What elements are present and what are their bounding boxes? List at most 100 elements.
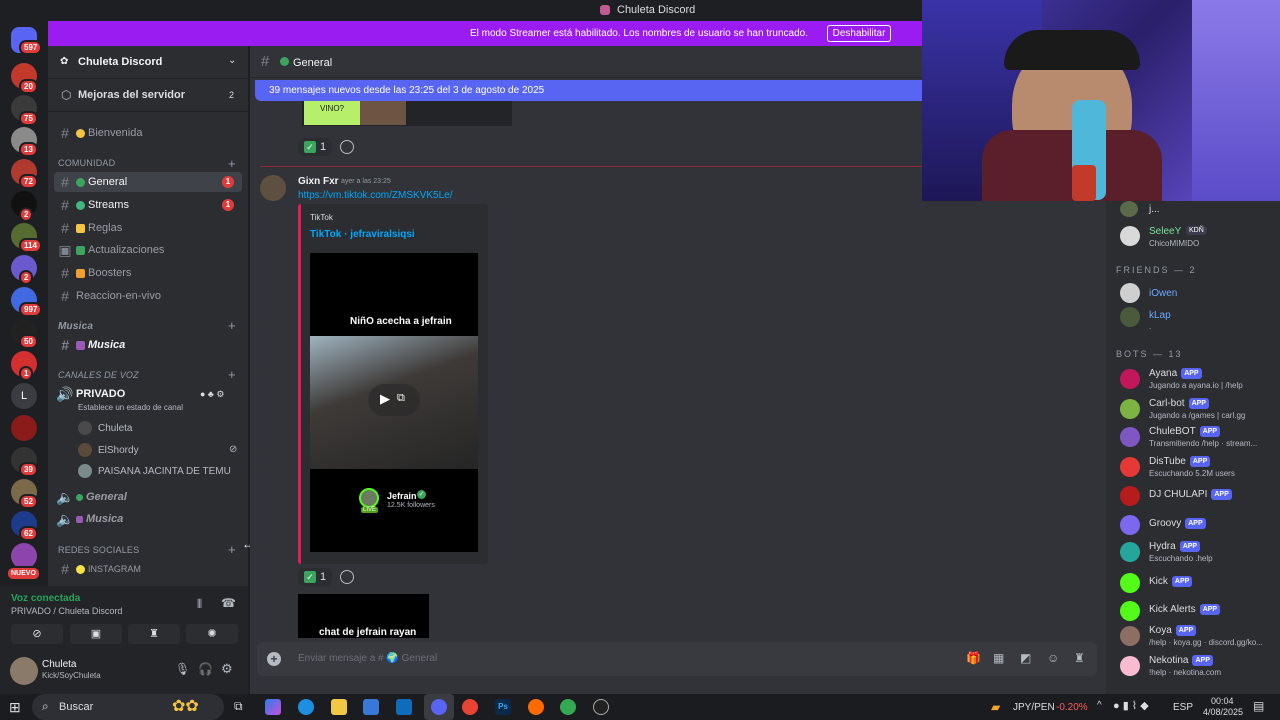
server-name[interactable]: Chuleta Discord <box>78 56 162 68</box>
noise-suppression-icon[interactable]: ⫴ <box>197 597 202 612</box>
emoji-icon[interactable]: ☺ <box>1047 651 1059 665</box>
search-app-icon[interactable] <box>528 699 544 715</box>
category-canales-de-voz[interactable]: CANALES DE VOZ <box>58 370 139 380</box>
video-thumbnail[interactable]: NiñO acecha a jefrain ▶ ⧉ LIVE Jefrain ✓… <box>310 253 478 552</box>
clock-time[interactable]: 00:04 <box>1211 696 1234 706</box>
soundboard-button[interactable]: ✺ <box>186 624 238 644</box>
gif-icon[interactable]: ▦ <box>993 651 1004 665</box>
camera-off-button[interactable]: ⊘ <box>11 624 63 644</box>
avatar[interactable] <box>10 657 38 685</box>
embed-provider: TikTok <box>310 213 333 222</box>
bot-row[interactable]: ChuleBOT APP Transmitiendo /help · stream.… <box>1106 425 1280 453</box>
add-channel-icon[interactable]: + <box>228 318 236 333</box>
voice-channel-musica[interactable]: 🔈 Musica <box>54 509 242 529</box>
add-reaction-icon[interactable] <box>340 570 354 584</box>
server-boost-label[interactable]: Mejoras del servidor <box>78 89 185 101</box>
server-icon[interactable] <box>11 415 37 441</box>
boost-icon: ⬡ <box>61 88 72 102</box>
edge-icon[interactable] <box>298 699 314 715</box>
channel-reaccion-en-vivo[interactable]: # Reaccion-en-vivo <box>54 286 242 306</box>
member-row[interactable]: SeleeY KDÑ ChicoMIMIDO <box>1106 223 1280 251</box>
tray-icons[interactable]: ● ▮ ⌇ ◆ <box>1113 699 1149 712</box>
reaction-check[interactable]: ✓ 1 <box>298 138 333 156</box>
obs-icon[interactable] <box>593 699 609 715</box>
gear-icon[interactable]: ⚙ <box>221 661 233 677</box>
store-icon[interactable] <box>363 699 379 715</box>
new-messages-bar[interactable]: 39 mensajes nuevos desde las 23:25 del 3… <box>255 80 923 101</box>
channel-actualizaciones[interactable]: ▣ Actualizaciones <box>54 240 242 260</box>
server-badge: 114 <box>19 238 42 253</box>
message-link[interactable]: https://vm.tiktok.com/ZMSKVK5Le/ <box>298 190 453 201</box>
message-author[interactable]: Gixn Fxr <box>298 176 339 187</box>
chevron-down-icon[interactable]: ⌄ <box>228 55 236 66</box>
category-musica[interactable]: Musica <box>58 321 93 332</box>
embed-title[interactable]: TikTok · jefraviralsiqsi <box>310 229 415 240</box>
add-channel-icon[interactable]: + <box>228 156 236 171</box>
notifications-icon[interactable]: ▤ <box>1253 699 1264 713</box>
copilot-icon[interactable] <box>265 699 281 715</box>
voice-status[interactable]: Voz conectada <box>11 593 80 604</box>
user-name[interactable]: Chuleta <box>42 659 76 670</box>
file-explorer-icon[interactable] <box>331 699 347 715</box>
member-row[interactable]: kLap . <box>1106 305 1280 333</box>
disable-streamer-mode-button[interactable]: Deshabilitar <box>827 25 891 42</box>
category-comunidad[interactable]: COMUNIDAD <box>58 158 115 168</box>
previous-image[interactable]: VINO? <box>302 101 512 126</box>
channel-boosters[interactable]: # Boosters <box>54 263 242 283</box>
bot-row[interactable]: Kick APP <box>1106 571 1280 599</box>
bot-row[interactable]: DisTube APP Escuchando 5.2M users <box>1106 455 1280 483</box>
channel-general[interactable]: # General 1 <box>54 172 242 192</box>
activities-button[interactable]: ♜ <box>128 624 180 644</box>
microphone-icon[interactable]: 🎙 <box>175 662 190 676</box>
channel-bienvenida[interactable]: # Bienvenida <box>54 123 242 143</box>
language-indicator[interactable]: ESP <box>1173 702 1193 713</box>
server-icon-l[interactable]: L <box>11 383 37 409</box>
channel-instagram[interactable]: # INSTAGRAM <box>54 559 242 579</box>
next-image[interactable]: chat de jefrain rayan <box>298 594 429 638</box>
add-attachment-icon[interactable]: + <box>267 652 281 666</box>
chrome-icon[interactable] <box>462 699 478 715</box>
add-reaction-icon[interactable] <box>340 140 354 154</box>
reaction-check[interactable]: ✓ 1 <box>298 568 333 586</box>
photoshop-icon[interactable]: Ps <box>495 699 511 715</box>
taskbar-search[interactable]: ⌕ Buscar ✿✿ <box>32 694 224 720</box>
discord-icon[interactable] <box>431 699 447 715</box>
message-input[interactable]: Enviar mensaje a # 🌍 General <box>298 653 437 664</box>
chevron-up-icon[interactable]: ^ <box>1097 700 1102 711</box>
bot-row[interactable]: DJ CHULAPI APP <box>1106 484 1280 512</box>
voice-channel-general[interactable]: 🔈 General <box>54 487 242 507</box>
play-button[interactable]: ▶ ⧉ <box>368 384 420 416</box>
outlook-icon[interactable] <box>396 699 412 715</box>
bot-row[interactable]: Ayana APP Jugando a ayana.io | /help <box>1106 367 1280 395</box>
avatar[interactable] <box>260 175 286 201</box>
gift-icon[interactable]: 🎁 <box>966 651 981 665</box>
bot-row[interactable]: Nekotina APP !help · nekotina.com <box>1106 654 1280 682</box>
voice-user[interactable]: Chuleta <box>78 421 132 435</box>
sticker-icon[interactable]: ◩ <box>1020 651 1031 665</box>
category-redes-sociales[interactable]: REDES SOCIALES <box>58 545 139 555</box>
voice-user[interactable]: PAISANA JACINTA DE TEMU <box>78 464 231 478</box>
bot-row[interactable]: Koya APP/help · koya.gg · discord.gg/ko..… <box>1106 624 1280 652</box>
bot-row[interactable]: Carl-bot APP Jugando a /games | carl.gg <box>1106 397 1280 425</box>
add-channel-icon[interactable]: + <box>228 542 236 557</box>
bot-row[interactable]: Groovy APP <box>1106 513 1280 541</box>
bot-row[interactable]: Hydra APP Escuchando .help <box>1106 540 1280 568</box>
channel-musica[interactable]: # Musica <box>54 335 242 355</box>
chrome-alt-icon[interactable] <box>560 699 576 715</box>
headphones-icon[interactable]: 🎧 <box>198 662 213 676</box>
voice-channel-path[interactable]: PRIVADO / Chuleta Discord <box>11 606 122 616</box>
channel-reglas[interactable]: # Reglas <box>54 218 242 238</box>
ticker-symbol[interactable]: JPY/PEN <box>1013 702 1055 713</box>
windows-start-icon[interactable]: ⊞ <box>9 699 21 716</box>
apps-icon[interactable]: ♜ <box>1074 651 1085 665</box>
voice-user[interactable]: ElShordy <box>78 443 139 457</box>
clock-date[interactable]: 4/08/2025 <box>1203 707 1243 717</box>
task-view-icon[interactable]: ⧉ <box>234 699 243 714</box>
bot-row[interactable]: Kick Alerts APP <box>1106 599 1280 627</box>
screen-share-button[interactable]: ▣ <box>70 624 122 644</box>
set-channel-status[interactable]: Establece un estado de canal <box>78 403 183 412</box>
disconnect-icon[interactable]: ☎ <box>221 596 236 610</box>
channel-streams[interactable]: # Streams 1 <box>54 195 242 215</box>
voice-channel-actions-icon[interactable]: ● ♣ ⚙ <box>200 389 224 400</box>
add-channel-icon[interactable]: + <box>228 367 236 382</box>
